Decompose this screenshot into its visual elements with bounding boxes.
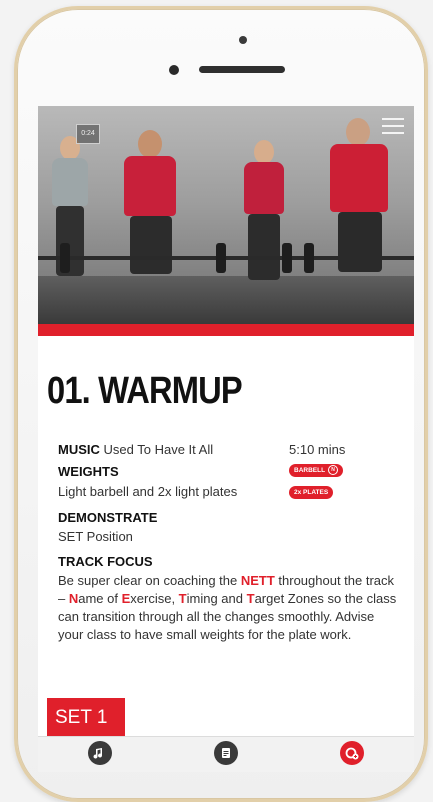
barbell-badge-label: BARBELL: [294, 467, 326, 474]
weight-plate: [282, 243, 292, 273]
music-label: MUSIC: [58, 442, 100, 457]
track-duration: 5:10 mins: [289, 442, 346, 457]
plate-add-icon[interactable]: [340, 741, 364, 765]
workout-video[interactable]: 0:24: [38, 106, 414, 324]
barbell-badge-icon: N: [328, 465, 339, 476]
bottom-navigation: [38, 736, 414, 772]
weight-plate: [60, 243, 70, 273]
music-note-icon[interactable]: [88, 741, 112, 765]
music-row: MUSIC Used To Have It All: [58, 442, 213, 457]
front-camera: [169, 65, 179, 75]
track-title: 01. WARMUP: [47, 370, 243, 412]
video-time: 0:24: [76, 124, 100, 144]
app-screen: 0:24 01. WARMUP MUSIC Used To Have It Al…: [38, 106, 414, 772]
plates-badge: 2x PLATES: [289, 486, 334, 499]
weights-label: WEIGHTS: [58, 464, 119, 479]
demonstrate-value: SET Position: [58, 529, 133, 544]
earpiece-speaker: [199, 66, 285, 73]
proximity-sensor: [239, 36, 247, 44]
weight-plate: [304, 243, 314, 273]
document-icon[interactable]: [214, 741, 238, 765]
barbell: [38, 256, 414, 260]
track-focus-text: Be super clear on coaching the NETT thro…: [58, 573, 397, 642]
accent-divider: [38, 324, 414, 336]
weight-plate: [216, 243, 226, 273]
music-value: Used To Have It All: [103, 442, 214, 457]
hamburger-menu-icon[interactable]: [382, 118, 404, 134]
weights-value: Light barbell and 2x light plates: [58, 484, 238, 499]
demonstrate-label: DEMONSTRATE: [58, 510, 158, 525]
video-floor: [38, 276, 414, 324]
track-focus-label: TRACK FOCUS: [58, 554, 153, 569]
set-1-tab[interactable]: SET 1: [47, 698, 125, 738]
barbell-badge: BARBELL N: [289, 464, 344, 477]
